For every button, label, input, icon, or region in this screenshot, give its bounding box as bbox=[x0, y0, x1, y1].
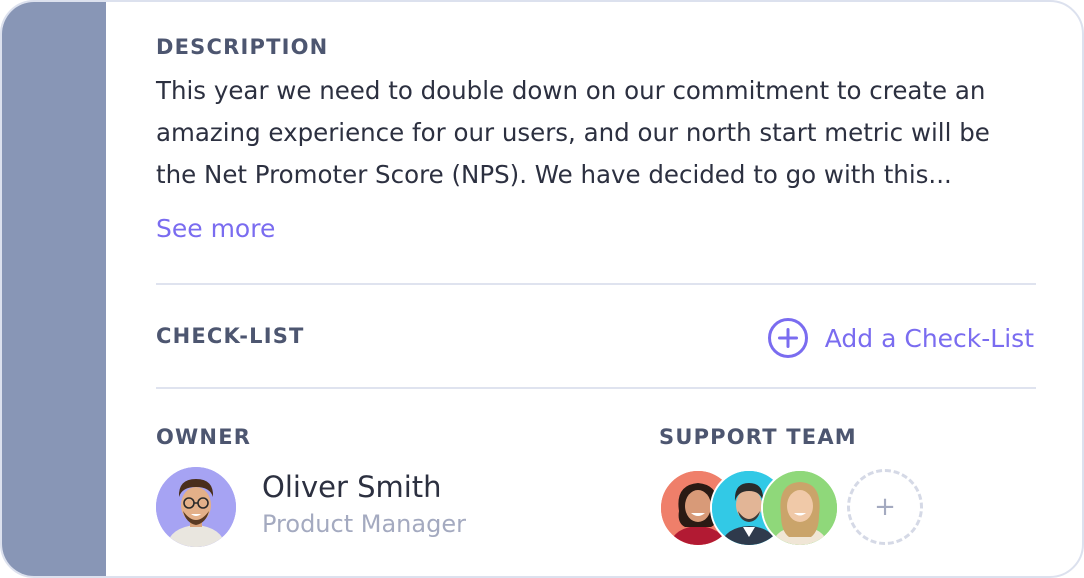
description-line: This year we need to double down on our … bbox=[156, 76, 986, 105]
description-line: amazing experience for our users, and ou… bbox=[156, 118, 990, 147]
see-more-link[interactable]: See more bbox=[156, 214, 275, 243]
owner-name: Oliver Smith bbox=[262, 470, 442, 504]
plus-icon: + bbox=[874, 492, 896, 522]
add-checklist-label: Add a Check-List bbox=[824, 323, 1034, 353]
divider bbox=[156, 387, 1036, 389]
description-label: DESCRIPTION bbox=[156, 35, 329, 59]
description-line: the Net Promoter Score (NPS). We have de… bbox=[156, 160, 952, 189]
side-accent-bar bbox=[2, 2, 106, 576]
task-detail-card: DESCRIPTION This year we need to double … bbox=[0, 0, 1084, 578]
add-team-member-button[interactable]: + bbox=[847, 469, 923, 545]
plus-circle-icon bbox=[767, 317, 809, 359]
divider bbox=[156, 283, 1036, 285]
owner-label: OWNER bbox=[156, 425, 252, 449]
person-avatar-icon bbox=[156, 467, 236, 547]
person-avatar-icon bbox=[763, 471, 837, 545]
owner-avatar[interactable] bbox=[156, 467, 236, 547]
card-content: DESCRIPTION This year we need to double … bbox=[156, 2, 1036, 576]
team-member-avatar[interactable] bbox=[761, 469, 839, 547]
checklist-label: CHECK-LIST bbox=[156, 324, 305, 348]
owner-role: Product Manager bbox=[262, 510, 466, 538]
add-checklist-button[interactable]: Add a Check-List bbox=[767, 317, 1034, 359]
description-text: This year we need to double down on our … bbox=[156, 70, 1036, 196]
support-team-label: SUPPORT TEAM bbox=[659, 425, 857, 449]
